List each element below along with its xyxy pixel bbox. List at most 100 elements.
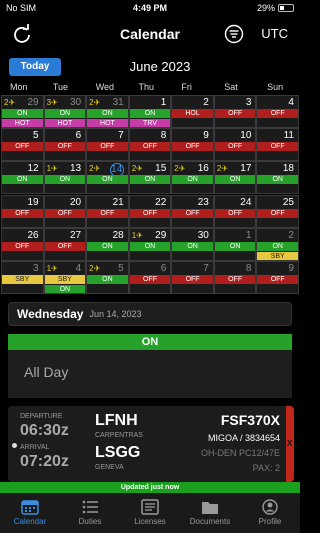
day-number: 12 — [27, 163, 39, 175]
calendar-day-cell[interactable]: 1 ON — [213, 227, 257, 261]
calendar-day-cell[interactable]: 3 OFF — [213, 95, 257, 129]
calendar-grid: 2✈ 29 ON HOT 3✈ 30 ON HOT 2✈ 31 ON HOT 1 ON TRV 2 HOL 3 OF… — [1, 95, 299, 294]
calendar-day-cell[interactable]: 3 SBY — [1, 260, 44, 294]
calendar-day-cell[interactable]: 7 OFF — [171, 260, 214, 294]
day-number: 2 — [203, 97, 209, 108]
calendar-day-cell[interactable]: 5 OFF — [1, 128, 44, 162]
calendar-day-cell[interactable]: 2✈ 16 ON — [171, 161, 214, 195]
duty-tag: OFF — [87, 208, 128, 218]
flight-count-badge: 2✈ — [89, 164, 101, 174]
calendar-day-cell[interactable]: 30 ON — [171, 227, 214, 261]
calendar-day-cell[interactable]: 9 OFF — [171, 128, 214, 162]
tab-calendar[interactable]: Calendar — [0, 493, 60, 533]
calendar-day-cell[interactable]: 27 OFF — [43, 227, 87, 261]
filter-menu-icon[interactable] — [224, 24, 244, 44]
calendar-icon — [21, 500, 39, 515]
calendar-day-cell[interactable]: 2✈ 29 ON HOT — [1, 95, 44, 129]
duty-tag: OFF — [257, 208, 298, 218]
calendar-day-cell[interactable]: 11 OFF — [256, 128, 299, 162]
day-number: 7 — [203, 262, 209, 274]
calendar-day-cell[interactable]: 12 ON — [1, 161, 44, 195]
calendar-day-cell[interactable]: 2✈ 31 ON HOT — [86, 95, 129, 129]
calendar-day-cell[interactable]: 28 ON — [86, 227, 129, 261]
duty-tag: OFF — [44, 142, 86, 152]
calendar-day-cell[interactable]: 26 OFF — [1, 227, 44, 261]
day-number: 5 — [33, 130, 39, 142]
calendar-day-cell[interactable]: 2✈ 5 ON — [86, 260, 129, 294]
day-number: 9 — [288, 262, 294, 274]
clock: 4:49 PM — [132, 3, 167, 13]
calendar-day-cell[interactable]: 1✈ 29 ON — [128, 227, 172, 261]
status-bar: No SIM 4:49 PM 29% — [0, 0, 300, 16]
flight-count-badge: 1✈ — [131, 230, 143, 240]
weekday-label: Mon — [10, 82, 28, 92]
day-number: 25 — [282, 196, 294, 208]
calendar-day-cell[interactable]: 22 OFF — [128, 194, 172, 228]
aircraft-info: OH-DEN PC12/47E — [200, 448, 280, 458]
duty-tag: OFF — [257, 142, 298, 152]
duty-tag: SBY — [2, 274, 43, 284]
origin-code: LFNH — [95, 412, 138, 429]
day-number: 4 — [288, 97, 294, 108]
calendar-day-cell[interactable]: 10 OFF — [213, 128, 257, 162]
calendar-day-cell[interactable]: 1 ON TRV — [128, 95, 172, 129]
duty-tag: ON — [2, 175, 43, 185]
calendar-day-cell[interactable]: 20 OFF — [43, 194, 87, 228]
profile-icon — [262, 499, 278, 515]
tab-documents[interactable]: Documents — [180, 493, 240, 533]
calendar-day-cell[interactable]: 1✈ 13 ON — [43, 161, 87, 195]
day-number: 16 — [197, 163, 209, 175]
calendar-day-cell[interactable]: 8 OFF — [213, 260, 257, 294]
calendar-day-cell[interactable]: 24 OFF — [213, 194, 257, 228]
duty-tag: OFF — [129, 208, 171, 218]
tab-label: Calendar — [13, 517, 47, 526]
duty-tag: ON — [87, 241, 128, 251]
tab-profile[interactable]: Profile — [240, 493, 300, 533]
calendar-day-cell[interactable]: 25 OFF — [256, 194, 299, 228]
calendar-day-cell[interactable]: 18 ON — [256, 161, 299, 195]
calendar-day-cell[interactable]: 21 OFF — [86, 194, 129, 228]
duty-tag: ON — [87, 274, 128, 284]
day-number: 18 — [282, 163, 294, 175]
flight-count-badge: 1✈ — [46, 263, 58, 273]
calendar-day-cell[interactable]: 7 OFF — [86, 128, 129, 162]
arrival-label: ARRIVAL — [20, 444, 50, 451]
day-number: 1 — [160, 97, 167, 108]
timezone-toggle[interactable]: UTC — [261, 26, 288, 41]
calendar-day-cell[interactable]: 8 OFF — [128, 128, 172, 162]
tab-licenses[interactable]: Licenses — [120, 493, 180, 533]
all-day-label: All Day — [8, 350, 292, 398]
duty-tag: HOT — [44, 119, 86, 128]
calendar-day-cell[interactable]: 4 OFF — [256, 95, 299, 129]
weekday-label: Fri — [181, 82, 192, 92]
flight-card[interactable]: DEPARTURE 06:30z ARRIVAL 07:20z LFNH CAR… — [8, 406, 294, 482]
calendar-day-cell[interactable]: 19 OFF — [1, 194, 44, 228]
pax-count: PAX: 2 — [252, 463, 280, 473]
calendar-day-cell[interactable]: 3✈ 30 ON HOT — [43, 95, 87, 129]
flight-count-badge: 2✈ — [89, 263, 101, 273]
calendar-day-cell[interactable]: 9 OFF — [256, 260, 299, 294]
duty-tag: OFF — [2, 241, 43, 251]
tab-duties[interactable]: Duties — [60, 493, 120, 533]
duty-tag: OFF — [44, 208, 86, 218]
calendar-day-cell[interactable]: 1✈ 4 SBY ON — [43, 260, 87, 294]
calendar-day-cell[interactable]: 2✈ 17 ON — [213, 161, 257, 195]
duty-tag: OFF — [257, 274, 298, 284]
calendar-day-cell[interactable]: 2 ON SBY — [256, 227, 299, 261]
flight-count-badge: 2✈ — [4, 98, 16, 107]
calendar-day-cell[interactable]: 6 OFF — [128, 260, 172, 294]
calendar-day-cell[interactable]: 2 HOL — [171, 95, 214, 129]
duty-tag: OFF — [129, 274, 171, 284]
tab-label: Duties — [78, 517, 102, 526]
day-number: 15 — [155, 163, 167, 175]
day-number: 31 — [112, 97, 124, 108]
duty-tag: OFF — [172, 274, 213, 284]
calendar-day-cell[interactable]: 6 OFF — [43, 128, 87, 162]
flight-number: FSF370X — [220, 412, 280, 428]
calendar-day-cell[interactable]: 2✈ 14 ON — [86, 161, 129, 195]
calendar-day-cell[interactable]: 23 OFF — [171, 194, 214, 228]
tab-label: Documents — [189, 517, 231, 526]
weekday-label: Sat — [224, 82, 238, 92]
duty-tag: HOL — [172, 109, 213, 118]
calendar-day-cell[interactable]: 2✈ 15 ON — [128, 161, 172, 195]
